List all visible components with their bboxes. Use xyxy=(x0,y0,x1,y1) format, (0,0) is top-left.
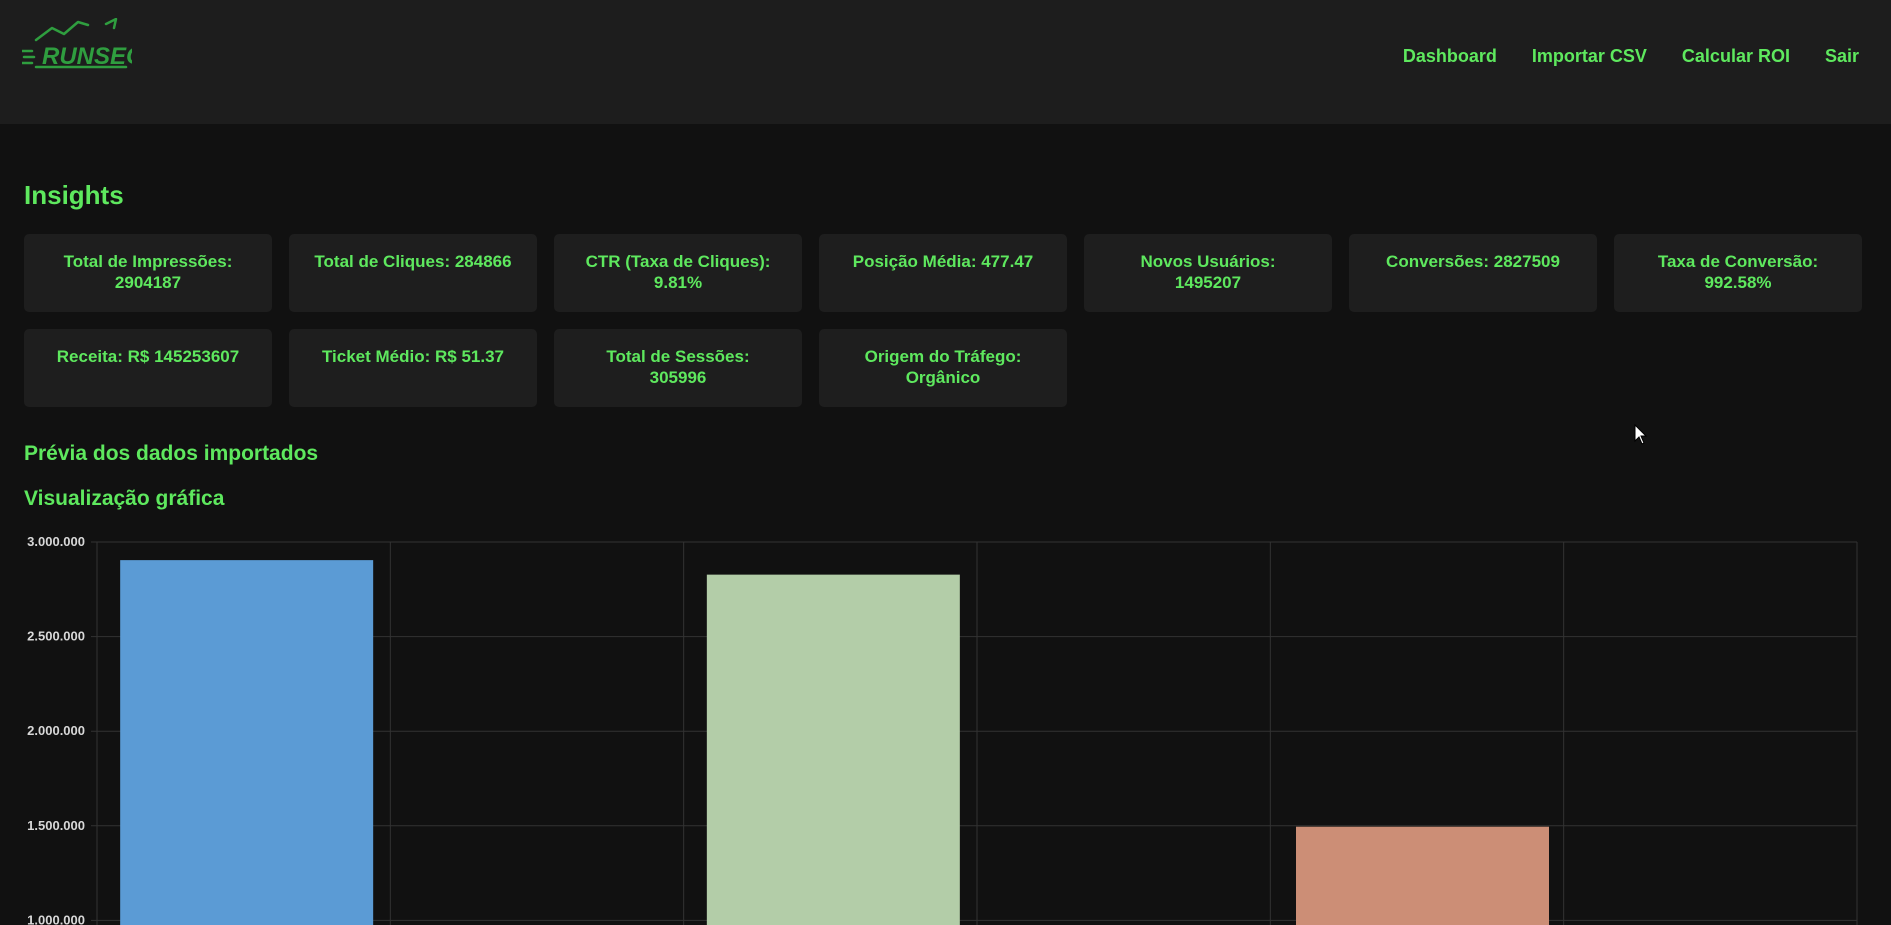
card-label: Total de Impressões: xyxy=(63,252,233,271)
nav-calcular-roi[interactable]: Calcular ROI xyxy=(1682,46,1790,67)
y-tick-label: 2.500.000 xyxy=(27,629,85,644)
card-value: Orgânico xyxy=(905,368,981,387)
nav-importar-csv[interactable]: Importar CSV xyxy=(1532,46,1647,67)
chart-bar xyxy=(120,560,374,925)
card-label: Conversões: 2827509 xyxy=(1386,252,1560,271)
top-navbar: RUNSEO Dashboard Importar CSV Calcular R… xyxy=(0,0,1891,124)
nav-dashboard[interactable]: Dashboard xyxy=(1403,46,1497,67)
card-value: 992.58% xyxy=(1704,273,1772,292)
main-nav: Dashboard Importar CSV Calcular ROI Sair xyxy=(1403,46,1859,67)
card-label: Novos Usuários: xyxy=(1140,252,1276,271)
runseo-logo[interactable]: RUNSEO xyxy=(22,18,132,72)
y-tick-label: 1.000.000 xyxy=(27,912,85,925)
card-value: 9.81% xyxy=(653,273,703,292)
card-label: Origem do Tráfego: xyxy=(864,347,1022,366)
card-total-cliques: Total de Cliques: 284866 xyxy=(289,234,537,312)
chart-bar xyxy=(1296,826,1549,925)
bar-chart: 3.000.000 2.500.000 2.000.000 1.500.000 1.00… xyxy=(27,534,1858,925)
card-value: 305996 xyxy=(649,368,707,387)
card-receita: Receita: R$ 145253607 xyxy=(24,329,272,407)
preview-title: Prévia dos dados importados xyxy=(24,442,319,465)
card-label: Posição Média: 477.47 xyxy=(852,252,1034,271)
card-value: 1495207 xyxy=(1174,273,1242,292)
y-tick-label: 3.000.000 xyxy=(27,534,85,549)
card-label: CTR (Taxa de Cliques): xyxy=(585,252,771,271)
card-novos-usuarios: Novos Usuários: 1495207 xyxy=(1084,234,1332,312)
insights-row-1: Total de Impressões: 2904187 Total de Cli… xyxy=(24,234,1862,312)
card-ticket-medio: Ticket Médio: R$ 51.37 xyxy=(289,329,537,407)
insights-row-2: Receita: R$ 145253607 Ticket Médio: R$ 5… xyxy=(24,329,1067,407)
card-label: Ticket Médio: R$ 51.37 xyxy=(321,347,505,366)
y-tick-label: 1.500.000 xyxy=(27,818,85,833)
card-label: Receita: R$ 145253607 xyxy=(56,347,240,366)
card-conversoes: Conversões: 2827509 xyxy=(1349,234,1597,312)
y-tick-label: 2.000.000 xyxy=(27,723,85,738)
card-taxa-conversao: Taxa de Conversão: 992.58% xyxy=(1614,234,1862,312)
card-ctr: CTR (Taxa de Cliques): 9.81% xyxy=(554,234,802,312)
logo-text: RUNSEO xyxy=(42,43,132,70)
card-origem-trafego: Origem do Tráfego: Orgânico xyxy=(819,329,1067,407)
card-label: Taxa de Conversão: xyxy=(1657,252,1819,271)
chart-section-title: Visualização gráfica xyxy=(24,487,225,510)
mouse-cursor-icon xyxy=(1634,424,1648,445)
card-label: Total de Sessões: xyxy=(606,347,750,366)
card-label: Total de Cliques: 284866 xyxy=(314,252,512,271)
card-total-impressoes: Total de Impressões: 2904187 xyxy=(24,234,272,312)
chart-bar xyxy=(706,574,960,925)
card-value: 2904187 xyxy=(114,273,182,292)
card-total-sessoes: Total de Sessões: 305996 xyxy=(554,329,802,407)
nav-sair[interactable]: Sair xyxy=(1825,46,1859,67)
insights-title: Insights xyxy=(24,180,124,210)
card-posicao-media: Posição Média: 477.47 xyxy=(819,234,1067,312)
